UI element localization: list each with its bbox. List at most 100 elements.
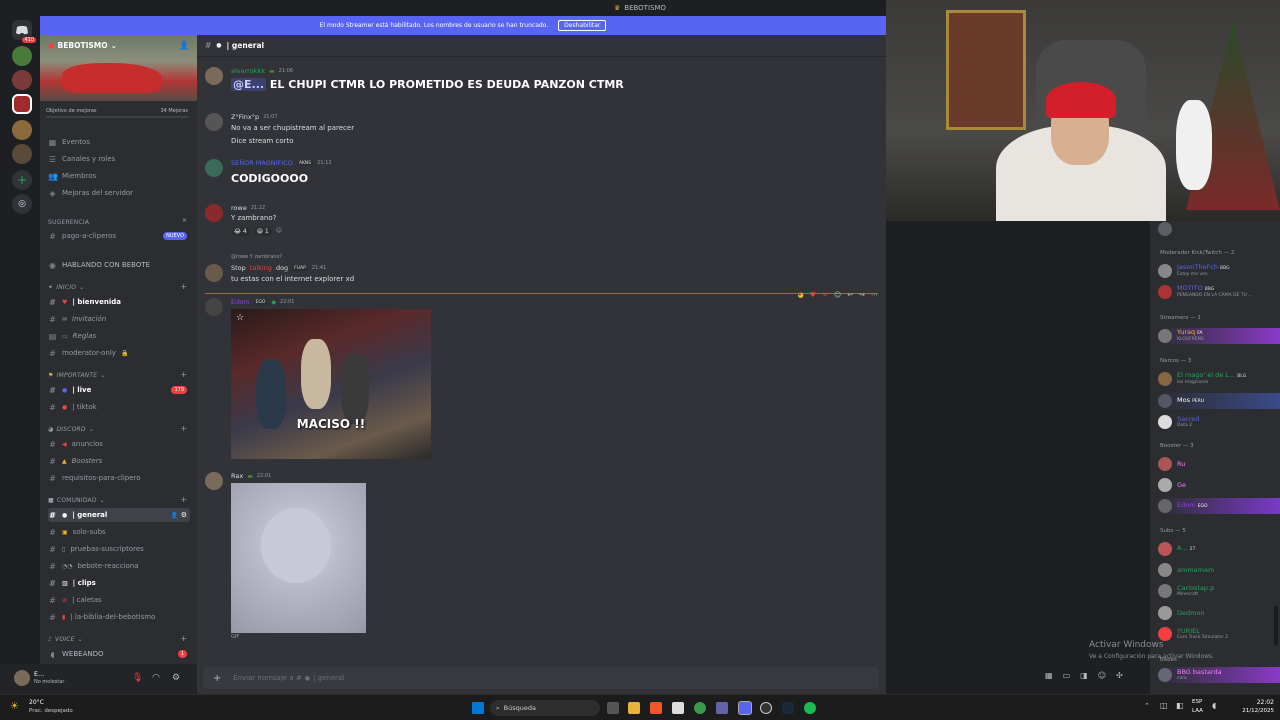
headphones-icon[interactable]: ◠ <box>152 673 160 683</box>
language-code[interactable]: ESP <box>1192 699 1202 705</box>
menu-item-eventos[interactable]: ▦ Eventos <box>48 135 90 149</box>
settings-gear-icon[interactable]: ⚙ <box>172 673 180 683</box>
member-item[interactable]: A... 27 <box>1158 541 1280 557</box>
member-list-scrollbar[interactable] <box>1274 606 1278 646</box>
avatar[interactable] <box>205 298 223 316</box>
avatar[interactable] <box>205 472 223 490</box>
member-item[interactable]: MOTITO BBG PENSANDO EN LA CAMA DE TU ... <box>1158 284 1280 300</box>
channel-moderator-only[interactable]: # moderator-only 🔒 <box>48 346 128 360</box>
reply-icon[interactable]: ↩ <box>847 291 853 299</box>
tray-icon[interactable]: ◧ <box>1176 701 1184 710</box>
boost-goal-bar[interactable]: Objetivo de mejoras 34 Mejoras <box>46 108 188 118</box>
disable-streamer-button[interactable]: Deshabilitar <box>558 20 607 31</box>
category-discord[interactable]: ◕ DISCORD ⌄ <box>48 426 94 433</box>
channel-caletas[interactable]: # ⊘ | caletas <box>48 593 102 607</box>
add-channel-icon[interactable]: + <box>180 370 187 379</box>
channel-biblia[interactable]: # ▮ | la-biblia-del-bebotismo <box>48 610 155 624</box>
obs-icon[interactable] <box>760 702 772 714</box>
network-tray-icon[interactable]: ◫ <box>1160 701 1168 710</box>
author-name[interactable]: Rax <box>231 472 243 480</box>
member-item[interactable]: Yuraq FA KLOUFRENS <box>1158 328 1280 344</box>
task-view-icon[interactable] <box>607 702 619 714</box>
avatar[interactable] <box>205 113 223 131</box>
spotify-icon[interactable] <box>804 702 816 714</box>
member-item[interactable]: Carlostap.p Minecraft <box>1158 583 1280 599</box>
member-item[interactable] <box>1158 221 1280 237</box>
gear-icon[interactable]: ⚙ <box>181 511 187 519</box>
author-name[interactable]: rowe <box>231 204 247 212</box>
message-input[interactable]: + Enviar mensaje a # ● | general <box>203 667 879 689</box>
channel-anuncios[interactable]: # ◀ anuncios <box>48 437 103 451</box>
add-channel-icon[interactable]: + <box>180 495 187 504</box>
star-icon[interactable]: ☆ <box>236 313 244 323</box>
add-reaction-icon[interactable]: ☺ <box>276 227 282 236</box>
author-name[interactable]: SEÑOR MAGNIFICO <box>231 159 293 167</box>
add-server-button[interactable]: + <box>12 170 32 190</box>
server-icon-5[interactable] <box>12 144 32 164</box>
author-name[interactable]: alvarrokkk <box>231 67 265 75</box>
server-icon-bebotismo[interactable] <box>12 94 32 114</box>
reaction-laugh[interactable]: 😂 4 <box>231 227 250 236</box>
explore-servers-button[interactable]: ◎ <box>12 194 32 214</box>
author-name[interactable]: Stop <box>231 264 246 272</box>
speaker-tray-icon[interactable]: ◖ <box>1212 701 1216 710</box>
invite-icon[interactable]: 👤 <box>179 41 189 50</box>
gif-attachment[interactable] <box>231 483 366 633</box>
add-channel-icon[interactable]: + <box>180 424 187 433</box>
channel-pago-a-cliperos[interactable]: # pago-a-cliperos <box>48 229 116 243</box>
forward-icon[interactable]: ↪ <box>859 291 865 299</box>
avatar[interactable] <box>205 67 223 85</box>
category-importante[interactable]: ⚑ IMPORTANTE ⌄ <box>48 372 105 379</box>
author-name[interactable]: Edom <box>231 298 250 306</box>
category-inicio[interactable]: ✦ INICIO ⌄ <box>48 284 84 291</box>
apps-icon[interactable]: ✣ <box>1116 671 1123 680</box>
weather-icon[interactable]: ☀ <box>10 701 19 712</box>
add-channel-icon[interactable]: + <box>180 634 187 643</box>
category-voice[interactable]: ♪ VOICE ⌄ <box>48 636 83 643</box>
avatar[interactable] <box>205 159 223 177</box>
menu-item-canales[interactable]: ☰ Canales y roles <box>48 152 115 166</box>
member-item[interactable]: El mago' el de L... BLG los magicosss <box>1158 371 1280 387</box>
member-item[interactable]: JasonTheFch BBG Estoy ma ven <box>1158 263 1280 279</box>
channel-solo-subs[interactable]: # ▣ solo-subs <box>48 525 106 539</box>
discord-taskbar-icon[interactable] <box>738 701 752 715</box>
taskbar-search[interactable]: ⌕ Búsqueda <box>490 700 600 716</box>
channel-clips[interactable]: # ▥ | clips <box>48 576 96 590</box>
channel-tiktok[interactable]: # ● | tiktok <box>48 400 97 414</box>
heart-react-icon[interactable]: ♥ <box>810 291 816 299</box>
voice-channel-webeando[interactable]: ◖ WEBEANDO <box>48 647 103 661</box>
mute-mic-icon[interactable]: 🎙 <box>132 673 143 683</box>
reaction-smile[interactable]: 😆 1 <box>253 227 272 236</box>
menu-item-mejoras[interactable]: ◈ Mejoras del servidor <box>48 186 133 200</box>
server-icon-2[interactable] <box>12 70 32 90</box>
author-name[interactable]: Z°Finx°p <box>231 113 259 121</box>
sticker-icon[interactable]: ◨ <box>1080 671 1088 680</box>
gif-icon[interactable]: ▭ <box>1063 671 1071 680</box>
member-item[interactable]: Ge <box>1158 477 1280 493</box>
brave-browser-icon[interactable] <box>650 702 662 714</box>
add-member-icon[interactable]: 👤 <box>171 512 178 519</box>
server-name-button[interactable]: ● BEBOTISMO ⌄ <box>48 41 117 50</box>
category-comunidad[interactable]: ■ COMUNIDAD ⌄ <box>48 497 105 504</box>
gif-attachment[interactable]: MACISO !! ☆ <box>231 309 431 459</box>
server-icon-1[interactable] <box>12 46 32 66</box>
chevron-up-icon[interactable]: ⌃ <box>1144 702 1150 710</box>
react-icon[interactable]: ◕ <box>798 291 804 299</box>
channel-boosters[interactable]: # ▲ Boosters <box>48 454 102 468</box>
hablando-con-bebote[interactable]: ◉ HABLANDO CON BEBOTE <box>48 258 150 272</box>
member-item[interactable]: Edom EGO <box>1158 498 1280 514</box>
windows-start-icon[interactable] <box>472 702 484 714</box>
member-item[interactable]: BBG bastarda caro <box>1158 667 1280 683</box>
clock-time[interactable]: 22:02 <box>1240 699 1274 706</box>
member-item[interactable]: Mos PERU <box>1158 393 1280 409</box>
x-react-icon[interactable]: ✕ <box>822 291 828 299</box>
gift-icon[interactable]: ▦ <box>1045 671 1053 680</box>
channel-requisitos[interactable]: # requisitos-para-clipero <box>48 471 140 485</box>
server-icon-4[interactable] <box>12 120 32 140</box>
member-item[interactable]: ammamam <box>1158 562 1280 578</box>
file-explorer-icon[interactable] <box>628 702 640 714</box>
channel-invitacion[interactable]: # ✉ Invitación <box>48 312 106 326</box>
channel-bienvenida[interactable]: # ♥ | bienvenida <box>48 295 121 309</box>
member-item[interactable]: Dedmon <box>1158 605 1280 621</box>
dm-home-button[interactable]: 410 <box>12 20 36 43</box>
